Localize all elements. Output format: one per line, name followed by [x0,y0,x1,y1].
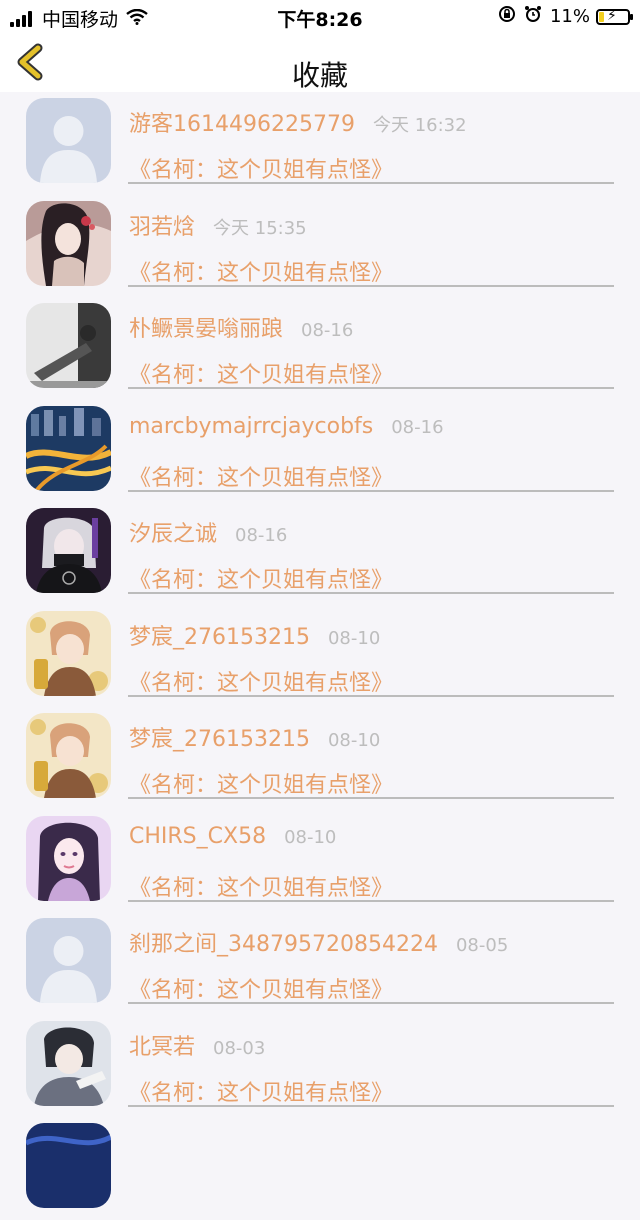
divider [128,797,614,799]
avatar[interactable] [26,200,111,286]
timestamp: 08-16 [301,320,354,341]
avatar[interactable] [26,405,111,491]
timestamp: 08-05 [455,935,509,956]
name-row: 汐辰之诚 08-16 [129,516,287,548]
user-name[interactable]: 游客1614496225779 [129,106,355,138]
list-item[interactable]: 刹那之间_348795720854224 08-05 《名柯：这个贝姐有点怪》 [0,912,640,1015]
user-name[interactable]: marcbymajrrcjaycobfs [129,414,373,439]
divider [128,1002,614,1004]
favorites-list: 游客1614496225779 今天 16:32 《名柯：这个贝姐有点怪》 羽若… [0,92,640,1220]
status-right: 11% ⚡ [490,5,633,28]
list-item[interactable]: 游客1614496225779 今天 16:32 《名柯：这个贝姐有点怪》 [0,92,640,195]
avatar[interactable] [26,918,111,1003]
timestamp: 08-16 [235,525,288,546]
list-item[interactable]: 梦宸_276153215 08-10 《名柯：这个贝姐有点怪》 [0,605,640,708]
book-title-link[interactable]: 《名柯：这个贝姐有点怪》 [129,255,393,287]
timestamp: 08-10 [284,826,337,848]
battery-percent: 11% [549,6,590,27]
book-title-link[interactable]: 《名柯：这个贝姐有点怪》 [129,972,393,1004]
status-bar: 中国移动 下午8:26 11% ⚡ [0,0,640,34]
divider [128,592,614,594]
divider [128,489,614,492]
name-row: 梦宸_276153215 08-10 [129,619,380,651]
avatar[interactable] [26,508,111,593]
divider [128,694,614,697]
timestamp: 今天 15:35 [213,217,307,239]
list-item[interactable]: 羽若焓 今天 15:35 《名柯：这个贝姐有点怪》 [0,195,640,298]
divider [128,284,614,287]
list-item[interactable]: 汐辰之诚 08-16 《名柯：这个贝姐有点怪》 [0,502,640,605]
list-item[interactable]: CHIRS_CX58 08-10 《名柯：这个贝姐有点怪》 [0,810,640,913]
list-item[interactable]: 梦宸_276153215 08-10 《名柯：这个贝姐有点怪》 [0,707,640,810]
name-row: CHIRS_CX58 08-10 [129,824,336,849]
user-name[interactable]: 羽若焓 [129,209,195,241]
name-row: 朴鳜景晏嗡丽踉 08-16 [129,311,353,343]
divider [128,1104,614,1107]
name-row: 北冥若 08-03 [129,1029,265,1061]
divider [128,182,614,184]
alarm-icon [524,5,542,28]
book-title-link[interactable]: 《名柯：这个贝姐有点怪》 [129,870,393,902]
divider [128,899,614,902]
user-name[interactable]: 朴鳜景晏嗡丽踉 [129,311,283,343]
name-row: 梦宸_276153215 08-10 [129,721,380,753]
book-title-link[interactable]: 《名柯：这个贝姐有点怪》 [129,562,393,594]
avatar[interactable] [26,610,111,696]
user-name[interactable]: 刹那之间_348795720854224 [129,926,438,958]
page-title: 收藏 [291,59,348,92]
name-row: 羽若焓 今天 15:35 [129,209,307,241]
book-title-link[interactable]: 《名柯：这个贝姐有点怪》 [129,767,393,799]
list-item[interactable] [0,1117,640,1220]
timestamp: 08-10 [327,627,381,649]
user-name[interactable]: 汐辰之诚 [129,516,217,548]
list-item[interactable]: 朴鳜景晏嗡丽踉 08-16 《名柯：这个贝姐有点怪》 [0,297,640,400]
user-name[interactable]: CHIRS_CX58 [129,824,266,849]
list-item[interactable]: marcbymajrrcjaycobfs 08-16 《名柯：这个贝姐有点怪》 [0,400,640,503]
avatar[interactable] [26,815,111,901]
nav-bar: 收藏 [0,34,640,92]
name-row: 刹那之间_348795720854224 08-05 [129,926,508,958]
timestamp: 08-16 [391,416,444,438]
book-title-link[interactable]: 《名柯：这个贝姐有点怪》 [129,357,393,389]
timestamp: 08-10 [327,730,381,751]
avatar[interactable] [26,713,111,798]
user-name[interactable]: 梦宸_276153215 [129,721,310,753]
user-name[interactable]: 北冥若 [129,1029,195,1061]
avatar[interactable] [26,98,111,183]
book-title-link[interactable]: 《名柯：这个贝姐有点怪》 [129,665,393,697]
divider [128,387,614,389]
list-item[interactable]: 北冥若 08-03 《名柯：这个贝姐有点怪》 [0,1015,640,1118]
book-title-link[interactable]: 《名柯：这个贝姐有点怪》 [129,152,393,184]
user-name[interactable]: 梦宸_276153215 [129,619,310,651]
avatar[interactable] [26,1123,111,1208]
name-row: 游客1614496225779 今天 16:32 [129,106,467,138]
avatar[interactable] [26,1020,111,1106]
orientation-lock-icon [498,5,516,28]
timestamp: 今天 16:32 [372,115,467,136]
name-row: marcbymajrrcjaycobfs 08-16 [129,414,444,439]
timestamp: 08-03 [213,1037,266,1059]
book-title-link[interactable]: 《名柯：这个贝姐有点怪》 [129,1075,393,1107]
avatar[interactable] [26,303,111,388]
battery-icon: ⚡ [596,8,633,25]
book-title-link[interactable]: 《名柯：这个贝姐有点怪》 [129,460,393,492]
